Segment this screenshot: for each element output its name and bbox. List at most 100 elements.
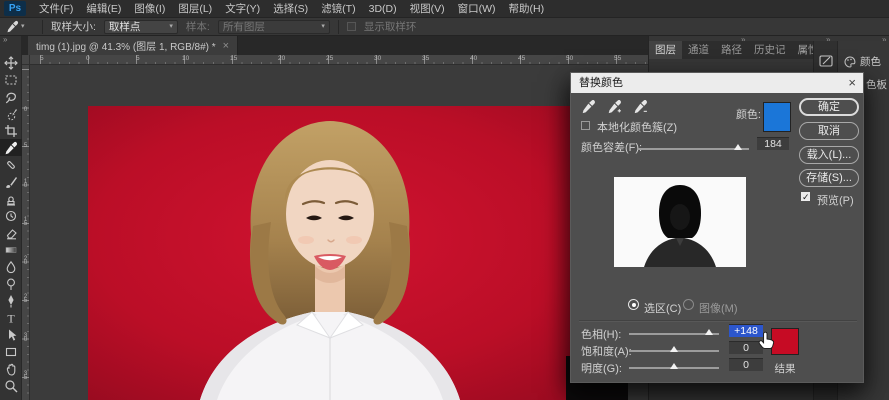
- photoshop-logo[interactable]: Ps: [4, 1, 26, 16]
- gradient-tool[interactable]: [0, 241, 22, 258]
- ok-button[interactable]: 确定: [799, 98, 859, 116]
- selection-mask-preview: [614, 177, 746, 267]
- menu-window[interactable]: 窗口(W): [458, 1, 496, 16]
- menu-filter[interactable]: 滤镜(T): [321, 1, 355, 16]
- spot-healing-brush-tool[interactable]: [0, 156, 22, 173]
- vertical-ruler[interactable]: 0 5 10 15 20 25 30 35: [22, 65, 30, 400]
- eyedropper-tool[interactable]: [0, 139, 22, 156]
- localized-clusters-checkbox[interactable]: [581, 121, 590, 130]
- ruler-number: 5: [23, 143, 29, 147]
- export-panel-icon[interactable]: [818, 53, 834, 69]
- eyedropper-plus-icon: [607, 99, 622, 114]
- document-tab-bar: timg (1).jpg @ 41.3% (图层 1, RGB/8#) * ×: [22, 36, 648, 55]
- divider: [338, 20, 339, 34]
- fuzziness-value[interactable]: 184: [757, 137, 789, 150]
- menu-type[interactable]: 文字(Y): [225, 1, 260, 16]
- preview-label[interactable]: 预览(P): [817, 192, 854, 208]
- eyedropper-sample-button[interactable]: [579, 97, 597, 115]
- eraser-icon: [4, 226, 18, 240]
- result-color-swatch[interactable]: [771, 328, 799, 355]
- menu-help[interactable]: 帮助(H): [509, 1, 545, 16]
- panel-menu-icon[interactable]: ≡: [800, 45, 805, 55]
- menu-view[interactable]: 视图(V): [410, 1, 445, 16]
- magnifier-icon: [4, 379, 18, 393]
- eyedropper-icon: [581, 99, 596, 114]
- pen-tool[interactable]: [0, 292, 22, 309]
- fuzziness-slider-track[interactable]: [637, 148, 749, 150]
- ruler-corner[interactable]: [22, 55, 30, 65]
- canvas-area[interactable]: [30, 65, 648, 400]
- cancel-button[interactable]: 取消: [799, 122, 859, 140]
- type-tool[interactable]: T: [0, 309, 22, 326]
- eyedropper-add-button[interactable]: [605, 97, 623, 115]
- load-button[interactable]: 载入(L)...: [799, 146, 859, 164]
- dialog-titlebar[interactable]: 替换颜色: [571, 73, 863, 93]
- move-tool[interactable]: [0, 54, 22, 71]
- fuzziness-slider-thumb[interactable]: [734, 144, 742, 150]
- menu-layer[interactable]: 图层(L): [178, 1, 212, 16]
- dodge-tool[interactable]: [0, 275, 22, 292]
- menu-file[interactable]: 文件(F): [39, 1, 73, 16]
- color-label: 颜色:: [721, 106, 761, 122]
- lightness-slider-thumb[interactable]: [670, 363, 678, 369]
- menu-3d[interactable]: 3D(D): [369, 3, 397, 15]
- tab-paths[interactable]: 路径: [715, 41, 748, 59]
- photo-portrait-woman[interactable]: [88, 106, 628, 400]
- selection-radio[interactable]: [628, 299, 639, 310]
- horizontal-ruler[interactable]: 5 0 5 10 15 20 25 30 35 40 45 50 55: [30, 55, 648, 65]
- ruler-number: 25: [23, 294, 29, 302]
- dodge-icon: [4, 277, 18, 291]
- image-radio[interactable]: [683, 299, 694, 310]
- quick-selection-tool[interactable]: [0, 105, 22, 122]
- sample-dropdown: 所有图层 ▾: [218, 20, 330, 34]
- clone-stamp-tool[interactable]: [0, 190, 22, 207]
- image-radio-label[interactable]: 图像(M): [699, 300, 738, 316]
- saturation-value[interactable]: 0: [729, 341, 763, 354]
- tab-layers[interactable]: 图层: [649, 41, 682, 59]
- color-panel-button[interactable]: 颜色: [844, 54, 881, 69]
- ruler-number: 45: [518, 55, 525, 62]
- chevron-down-icon: ▾: [321, 23, 325, 30]
- lightness-value[interactable]: 0: [729, 358, 763, 371]
- smudge-tool[interactable]: [0, 258, 22, 275]
- rectangular-marquee-tool[interactable]: [0, 71, 22, 88]
- show-sampling-ring-label: 显示取样环: [364, 19, 417, 34]
- menu-edit[interactable]: 编辑(E): [86, 1, 121, 16]
- path-selection-tool[interactable]: [0, 326, 22, 343]
- selection-radio-label[interactable]: 选区(C): [644, 300, 681, 316]
- hand-tool[interactable]: [0, 360, 22, 377]
- collapse-chevron-icon[interactable]: »: [3, 35, 6, 44]
- ruler-number: 35: [23, 371, 29, 379]
- preview-checkbox[interactable]: ✓: [801, 192, 810, 201]
- hand-icon: [4, 362, 18, 376]
- save-button[interactable]: 存储(S)...: [799, 169, 859, 187]
- menu-select[interactable]: 选择(S): [273, 1, 308, 16]
- eyedropper-subtract-button[interactable]: [631, 97, 649, 115]
- close-icon[interactable]: ×: [223, 40, 229, 52]
- move-icon: [4, 56, 18, 70]
- lightness-label: 明度(G):: [581, 360, 622, 376]
- eraser-tool[interactable]: [0, 224, 22, 241]
- tab-channels[interactable]: 通道: [682, 41, 715, 59]
- saturation-label: 饱和度(A):: [581, 343, 632, 359]
- swatches-panel-button[interactable]: 色板: [866, 77, 887, 92]
- chevron-down-icon: ▾: [169, 23, 173, 30]
- hue-slider-thumb[interactable]: [705, 329, 713, 335]
- document-tab[interactable]: timg (1).jpg @ 41.3% (图层 1, RGB/8#) * ×: [28, 36, 238, 55]
- saturation-slider-thumb[interactable]: [670, 346, 678, 352]
- tool-preset-picker[interactable]: ▾: [6, 20, 34, 33]
- crop-tool[interactable]: [0, 122, 22, 139]
- tab-history[interactable]: 历史记: [748, 41, 792, 59]
- ruler-number: 55: [614, 55, 621, 62]
- brush-tool[interactable]: [0, 173, 22, 190]
- hue-value[interactable]: +148: [729, 324, 763, 337]
- lasso-tool[interactable]: [0, 88, 22, 105]
- menu-image[interactable]: 图像(I): [134, 1, 165, 16]
- selected-color-swatch[interactable]: [763, 102, 791, 132]
- rectangle-tool[interactable]: [0, 343, 22, 360]
- replace-color-dialog: 替换颜色 × 颜色: 本地化颜色簇(Z) 颜色容差(F): 184 选区(C) …: [570, 72, 864, 383]
- history-brush-tool[interactable]: [0, 207, 22, 224]
- close-icon[interactable]: ×: [848, 75, 856, 91]
- zoom-tool[interactable]: [0, 377, 22, 394]
- sample-size-dropdown[interactable]: 取样点 ▾: [104, 20, 178, 34]
